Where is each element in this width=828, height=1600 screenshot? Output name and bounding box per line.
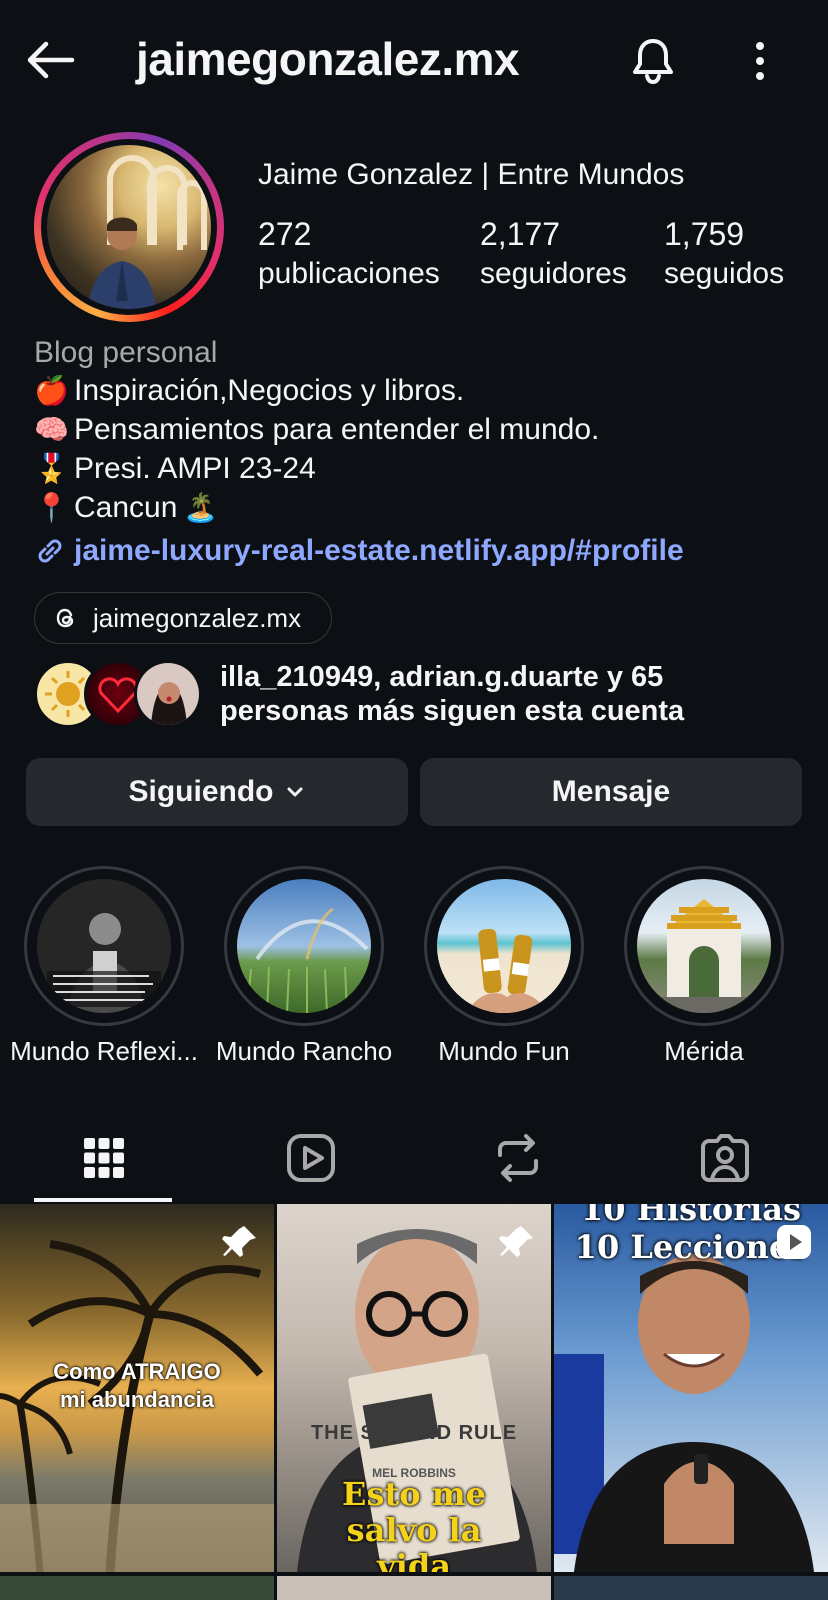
medal-emoji-icon: 🎖️ xyxy=(34,453,69,484)
apple-emoji-icon: 🍎 xyxy=(34,375,69,406)
posts-grid: Como ATRAIGO mi abundancia THE SECOND RU… xyxy=(0,1204,828,1600)
highlight-merida[interactable]: Mérida xyxy=(624,866,784,1066)
more-vertical-icon[interactable] xyxy=(740,40,780,82)
tab-reels[interactable] xyxy=(207,1112,414,1204)
post-tile[interactable]: THE SECOND RULE MEL ROBBINS Esto me salv… xyxy=(277,1204,551,1572)
highlight-cover xyxy=(637,879,771,1013)
post-tile[interactable]: 10 Historias 10 Lecciones xyxy=(554,1204,828,1572)
mutual-followers-text[interactable]: illa_210949, adrian.g.duarte y 65 person… xyxy=(220,660,800,728)
message-button-label: Mensaje xyxy=(551,775,671,808)
threads-badge[interactable]: jaimegonzalez.mx xyxy=(34,592,332,644)
brain-emoji-icon: 🧠 xyxy=(34,414,69,445)
avatar-photo xyxy=(47,145,211,309)
bio-text: Inspiración,Negocios y libros. xyxy=(74,374,465,407)
bio-line: 🎖️ Presi. AMPI 23-24 xyxy=(34,452,316,486)
post-tile[interactable] xyxy=(554,1576,828,1600)
back-arrow-icon[interactable] xyxy=(22,36,78,84)
avatar xyxy=(134,660,202,728)
mutual-followers-avatars[interactable] xyxy=(34,660,204,728)
stat-following[interactable]: 1,759 seguidos xyxy=(664,214,784,294)
island-emoji-icon: 🏝️ xyxy=(183,492,219,523)
active-tab-indicator xyxy=(34,1198,172,1202)
stat-following-count: 1,759 xyxy=(664,216,745,252)
post-tile[interactable]: Como ATRAIGO mi abundancia xyxy=(0,1204,274,1572)
stat-followers-count: 2,177 xyxy=(480,216,561,252)
highlight-cover xyxy=(37,879,171,1013)
bell-icon[interactable] xyxy=(628,36,678,86)
tab-reposts[interactable] xyxy=(414,1112,621,1204)
post-tile[interactable] xyxy=(0,1576,274,1600)
profile-category: Blog personal xyxy=(34,336,218,369)
stat-followers[interactable]: 2,177 seguidores xyxy=(480,214,627,294)
pin-icon xyxy=(499,1226,533,1257)
tagged-icon xyxy=(700,1134,749,1182)
stat-posts-label: publicaciones xyxy=(258,257,440,290)
message-button[interactable]: Mensaje xyxy=(420,758,802,826)
post-caption: Esto me salvo la vida xyxy=(342,1475,486,1572)
highlight-mundo-reflexion[interactable]: Mundo Reflexi... xyxy=(10,866,198,1066)
profile-username: jaimegonzalez.mx xyxy=(136,33,520,85)
reel-icon xyxy=(777,1225,811,1259)
reels-icon xyxy=(286,1134,335,1182)
post-tile[interactable] xyxy=(277,1576,551,1600)
stat-posts-count: 272 xyxy=(258,216,312,252)
highlight-cover xyxy=(237,879,371,1013)
bio-text: Pensamientos para entender el mundo. xyxy=(74,413,600,446)
top-bar: jaimegonzalez.mx xyxy=(0,0,828,120)
pin-emoji-icon: 📍 xyxy=(34,492,69,523)
tab-tagged[interactable] xyxy=(621,1112,828,1204)
stat-followers-label: seguidores xyxy=(480,257,627,290)
profile-tabs xyxy=(0,1112,828,1204)
stat-following-label: seguidos xyxy=(664,257,785,290)
highlight-label: Mérida xyxy=(664,1036,744,1066)
book-title: THE SECOND RULE xyxy=(310,1422,518,1444)
bio-text: Cancun xyxy=(74,491,178,524)
stat-posts[interactable]: 272 publicaciones xyxy=(258,214,440,294)
profile-avatar[interactable] xyxy=(34,132,224,322)
grid-icon xyxy=(83,1138,124,1178)
pin-icon xyxy=(222,1226,256,1257)
following-button-label: Siguiendo xyxy=(128,775,274,808)
following-button[interactable]: Siguiendo xyxy=(26,758,408,826)
bio-line: 📍 Cancun 🏝️ xyxy=(34,491,219,525)
chevron-down-icon xyxy=(287,787,302,797)
tab-posts[interactable] xyxy=(0,1112,207,1204)
reposts-icon xyxy=(497,1134,538,1182)
bio-text: Presi. AMPI 23-24 xyxy=(74,452,316,485)
highlight-mundo-rancho[interactable]: Mundo Rancho xyxy=(216,866,392,1066)
bio-line: 🧠 Pensamientos para entender el mundo. xyxy=(34,413,599,447)
display-name: Jaime Gonzalez | Entre Mundos xyxy=(258,158,685,191)
link-icon xyxy=(38,539,62,563)
threads-handle: jaimegonzalez.mx xyxy=(93,602,302,633)
profile-link[interactable]: jaime-luxury-real-estate.netlify.app/#pr… xyxy=(34,534,684,568)
threads-icon xyxy=(56,608,74,628)
profile-link-text: jaime-luxury-real-estate.netlify.app/#pr… xyxy=(74,534,684,567)
post-caption: Como ATRAIGO mi abundancia xyxy=(53,1359,221,1412)
highlight-cover xyxy=(437,879,571,1013)
bio-line: 🍎 Inspiración,Negocios y libros. xyxy=(34,374,464,408)
highlight-mundo-fun[interactable]: Mundo Fun xyxy=(424,866,584,1066)
